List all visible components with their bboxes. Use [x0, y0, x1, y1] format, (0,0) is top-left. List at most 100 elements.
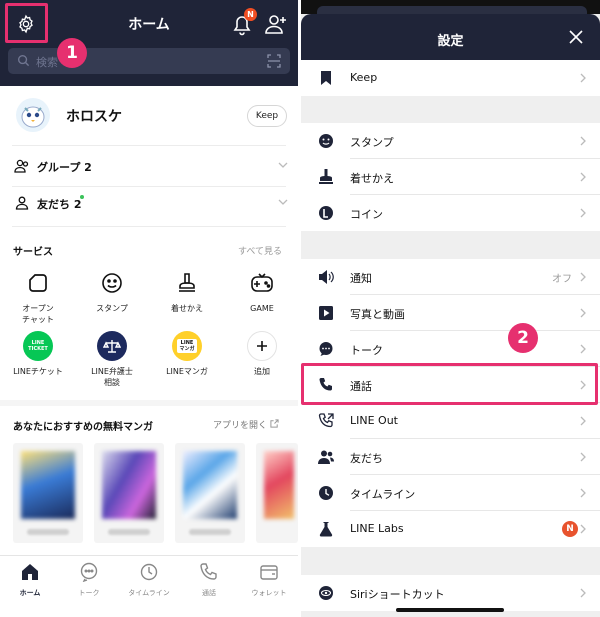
chevron-right-icon [580, 488, 586, 498]
tab-calls[interactable]: 通話 [179, 562, 239, 598]
wallet-icon [260, 565, 278, 580]
settings-row-theme[interactable]: 着せかえ [301, 159, 600, 195]
settings-row-timeline[interactable]: タイムライン [301, 475, 600, 511]
row-label: 着せかえ [350, 172, 394, 185]
chevron-right-icon [580, 452, 586, 462]
chevron-right-icon [580, 524, 586, 534]
line-ticket-icon: LINE TICKET [23, 331, 53, 361]
lawyer-icon [97, 331, 127, 361]
speaker-icon [319, 270, 334, 284]
close-icon[interactable] [567, 28, 585, 46]
manga-cover [102, 451, 156, 519]
row-label: 友だち [350, 452, 383, 465]
settings-screen: 設定 Keep スタンプ 着せかえ コイン 通知 オフ 写真と動画 トーク 通話… [301, 0, 600, 617]
sticker-icon [97, 268, 127, 298]
chat-bubble-icon [319, 342, 333, 356]
settings-row-notifications[interactable]: 通知 オフ [301, 259, 600, 295]
row-label: トーク [350, 344, 383, 357]
scan-icon[interactable] [267, 54, 281, 68]
search-input[interactable]: 検索 [8, 48, 290, 74]
services-title: サービス [13, 247, 53, 258]
manga-cover [264, 451, 294, 519]
row-label: タイムライン [350, 488, 416, 501]
theme-icon [319, 169, 333, 184]
settings-row-line-out[interactable]: LINE Out [301, 403, 600, 439]
manga-caption [108, 529, 150, 535]
tab-chat[interactable]: トーク [59, 562, 119, 598]
chevron-right-icon [580, 73, 586, 83]
tab-timeline[interactable]: タイムライン [119, 562, 179, 598]
profile-row[interactable]: ホロスケ Keep [0, 86, 298, 146]
settings-title: 設定 [437, 34, 464, 49]
settings-row-keep[interactable]: Keep [301, 60, 600, 96]
settings-row-friends[interactable]: 友だち [301, 439, 600, 475]
phone-icon [200, 563, 217, 580]
manga-section-title: あなたにおすすめの無料マンガ [13, 422, 153, 433]
clock-icon [319, 486, 333, 500]
manga-card[interactable] [256, 443, 298, 543]
manga-icon: LINE マンガ [172, 331, 202, 361]
profile-name: ホロスケ [66, 109, 122, 125]
service-line-ticket[interactable]: LINE TICKET LINEチケット [8, 331, 68, 377]
keep-button[interactable]: Keep [247, 105, 287, 127]
add-friend-icon[interactable] [264, 12, 288, 36]
open-app-link[interactable]: アプリを開く [213, 418, 279, 431]
friends-row[interactable]: 友だち 2 [12, 186, 290, 222]
tab-label: ウォレット [251, 589, 287, 597]
settings-row-photos-videos[interactable]: 写真と動画 [301, 295, 600, 331]
section-divider [0, 400, 298, 406]
service-add[interactable]: 追加 [232, 331, 292, 377]
manga-card[interactable] [94, 443, 164, 543]
manga-caption [27, 529, 69, 535]
friends-icon [318, 450, 334, 464]
chevron-down-icon [278, 199, 288, 205]
tab-label: タイムライン [128, 589, 170, 597]
new-dot [80, 195, 84, 199]
open-chat-icon [23, 268, 53, 298]
row-label: 写真と動画 [350, 308, 405, 321]
service-manga[interactable]: LINE マンガ LINEマンガ [157, 331, 217, 377]
step-badge-2: 2 [508, 323, 538, 353]
chevron-right-icon [580, 136, 586, 146]
step-badge-1: 1 [57, 38, 87, 68]
manga-cover [183, 451, 237, 519]
row-label: スタンプ [350, 136, 394, 149]
tab-label: 通話 [202, 589, 216, 597]
settings-row-coin[interactable]: コイン [301, 195, 600, 231]
manga-card[interactable] [175, 443, 245, 543]
chevron-right-icon [580, 588, 586, 598]
service-game[interactable]: GAME [232, 268, 292, 314]
chat-icon [80, 562, 98, 583]
home-screen: ホーム N 検索 1 ホロスケ Keep グループ 2 友だち 2 サービス す… [0, 0, 298, 617]
service-lawyer[interactable]: LINE弁護士 相談 [82, 331, 142, 388]
services-see-all-link[interactable]: すべて見る [238, 244, 282, 257]
chevron-right-icon [580, 344, 586, 354]
tab-home[interactable]: ホーム [0, 562, 60, 598]
manga-card[interactable] [13, 443, 83, 543]
home-indicator [396, 608, 504, 612]
row-label: LINE Labs [350, 522, 404, 535]
settings-row-chats[interactable]: トーク [301, 331, 600, 367]
search-placeholder: 検索 [36, 56, 58, 69]
sticker-icon [319, 134, 333, 148]
siri-icon [319, 586, 333, 600]
groups-label: グループ 2 [37, 161, 92, 174]
friends-label: 友だち 2 [37, 198, 82, 211]
group-icon [14, 159, 29, 173]
settings-row-line-labs[interactable]: LINE Labs N [301, 511, 600, 547]
settings-row-siri-shortcuts[interactable]: Siriショートカット [301, 575, 600, 611]
tab-wallet[interactable]: ウォレット [239, 562, 298, 598]
home-header: ホーム N 検索 [0, 0, 298, 86]
settings-header: 設定 [301, 14, 600, 60]
notification-badge: N [244, 8, 257, 21]
line-out-icon [318, 413, 334, 428]
groups-row[interactable]: グループ 2 [12, 149, 290, 185]
service-sticker[interactable]: スタンプ [82, 268, 142, 314]
settings-row-sticker[interactable]: スタンプ [301, 123, 600, 159]
service-open-chat[interactable]: オープン チャット [8, 268, 68, 325]
friend-icon [15, 196, 29, 210]
service-theme[interactable]: 着せかえ [157, 268, 217, 314]
tab-label: トーク [78, 589, 100, 597]
calls-highlight-box [301, 363, 598, 405]
service-label: スタンプ [96, 304, 128, 313]
